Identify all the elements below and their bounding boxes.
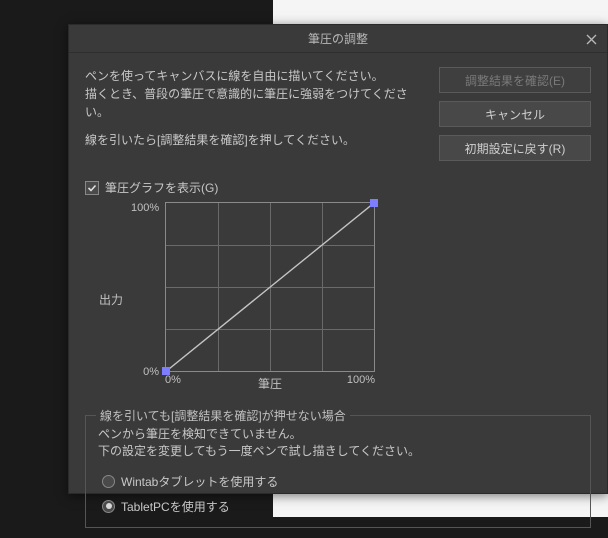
radio-icon [102,500,115,513]
fieldset-legend: 線を引いても[調整結果を確認]が押せない場合 [96,407,350,424]
radio-icon [102,475,115,488]
instruction-line: 描くとき、普段の筆圧で意識的に筆圧に強弱をつけてください。 [85,85,425,121]
titlebar: 筆圧の調整 [69,25,607,53]
cancel-button[interactable]: キャンセル [439,101,591,127]
confirm-result-button[interactable]: 調整結果を確認(E) [439,67,591,93]
curve-handle[interactable] [370,199,378,207]
warning-line: 下の設定を変更してもう一度ペンで試し描きしてください。 [98,443,578,460]
show-graph-checkbox[interactable] [85,181,99,195]
radio-tabletpc[interactable]: TabletPCを使用する [102,498,578,515]
y-axis-label: 出力 [99,291,123,308]
troubleshoot-fieldset: 線を引いても[調整結果を確認]が押せない場合 ペンから筆圧を検知できていません。… [85,415,591,528]
reset-defaults-button[interactable]: 初期設定に戻す(R) [439,135,591,161]
pen-pressure-dialog: 筆圧の調整 ペンを使ってキャンバスに線を自由に描いてください。 描くとき、普段の… [68,24,608,494]
close-icon[interactable] [581,29,601,49]
y-tick-max: 100% [131,202,165,214]
instruction-line: ペンを使ってキャンバスに線を自由に描いてください。 [85,67,425,85]
chart-plot-area[interactable] [165,202,375,372]
dialog-title: 筆圧の調整 [308,30,368,47]
radio-label: TabletPCを使用する [121,498,230,515]
show-graph-label: 筆圧グラフを表示(G) [105,179,218,196]
y-tick-min: 0% [131,366,165,378]
radio-label: Wintabタブレットを使用する [121,473,278,490]
radio-wintab[interactable]: Wintabタブレットを使用する [102,473,578,490]
pressure-chart: 出力 100% [85,202,591,403]
instructions-text: ペンを使ってキャンバスに線を自由に描いてください。 描くとき、普段の筆圧で意識的… [85,67,425,161]
x-axis-label: 筆圧 [165,375,375,392]
warning-line: ペンから筆圧を検知できていません。 [98,426,578,443]
instruction-line: 線を引いたら[調整結果を確認]を押してください。 [85,131,425,149]
